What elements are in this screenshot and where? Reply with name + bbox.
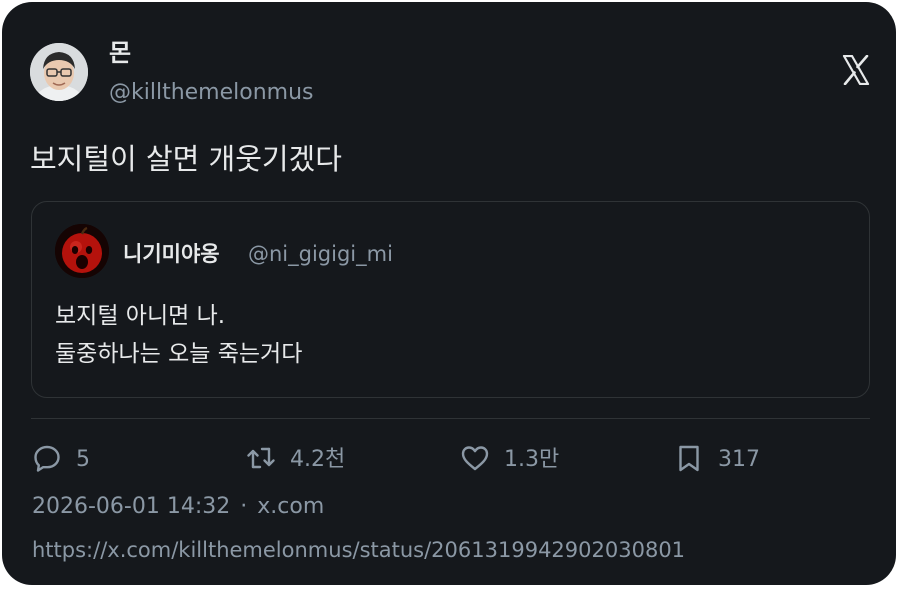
quoted-author-display-name[interactable]: 니기미야옹 — [123, 240, 220, 268]
author-avatar[interactable] — [30, 43, 88, 101]
like-count: 1.3만 — [504, 447, 560, 472]
timestamp[interactable]: 2026-06-01 14:32 — [32, 494, 230, 519]
retweet-icon — [246, 443, 276, 477]
tweet-meta: 2026-06-01 14:32 · x.com — [32, 492, 324, 522]
tweet-card: 몬 @killthemelonmus 보지털이 살면 개웃기겠다 니기미야옹 @… — [2, 2, 896, 585]
reply-bubble-icon — [32, 443, 62, 477]
bookmark-count: 317 — [718, 447, 760, 472]
reply-button[interactable]: 5 — [32, 441, 90, 479]
x-logo-icon[interactable] — [842, 54, 870, 86]
divider — [31, 418, 870, 419]
bookmark-icon — [674, 443, 704, 477]
quoted-tweet-text: 보지털 아니면 나. 둘중하나는 오늘 죽는거다 — [55, 297, 302, 373]
meta-separator: · — [240, 494, 248, 519]
author-display-name[interactable]: 몬 — [109, 38, 131, 68]
status-url-link[interactable]: https://x.com/killthemelonmus/status/206… — [32, 535, 685, 565]
tweet-text: 보지털이 살면 개웃기겠다 — [30, 142, 342, 176]
like-button[interactable]: 1.3만 — [460, 441, 559, 479]
bookmark-button[interactable]: 317 — [674, 441, 760, 479]
quoted-tweet-line: 보지털 아니면 나. — [55, 303, 226, 329]
retweet-button[interactable]: 4.2천 — [246, 441, 345, 479]
author-avatar-image — [30, 43, 88, 101]
quoted-avatar-image — [55, 224, 109, 278]
quoted-author-handle[interactable]: @ni_gigigi_mi — [248, 240, 393, 268]
heart-icon — [460, 443, 490, 477]
quoted-tweet-line: 둘중하나는 오늘 죽는거다 — [55, 341, 303, 367]
quoted-tweet[interactable]: 니기미야옹 @ni_gigigi_mi 보지털 아니면 나. 둘중하나는 오늘 … — [31, 201, 870, 398]
reply-count: 5 — [76, 447, 90, 472]
source-link[interactable]: x.com — [257, 494, 324, 519]
author-handle[interactable]: @killthemelonmus — [109, 78, 314, 108]
retweet-count: 4.2천 — [290, 447, 346, 472]
quoted-author-avatar[interactable] — [55, 224, 109, 278]
